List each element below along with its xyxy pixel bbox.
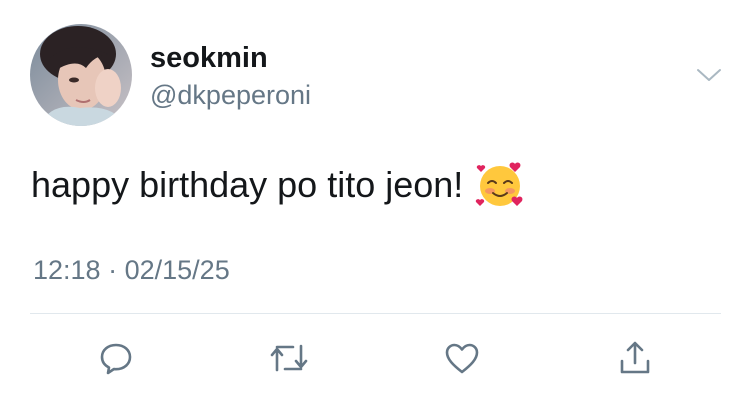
tweet-text: happy birthday po tito jeon! (31, 164, 464, 205)
chevron-down-icon (697, 69, 721, 81)
smiling-face-with-hearts-icon (475, 160, 525, 210)
retweet-icon (270, 344, 308, 372)
share-button[interactable] (611, 334, 659, 382)
user-handle[interactable]: @dkpeperoni (150, 79, 311, 111)
share-icon (620, 341, 650, 374)
retweet-button[interactable] (265, 334, 313, 382)
tweet-date: 02/15/25 (124, 255, 230, 285)
display-name[interactable]: seokmin (150, 41, 268, 75)
avatar-photo (30, 24, 132, 126)
reply-button[interactable] (92, 334, 140, 382)
reply-icon (100, 343, 132, 375)
divider (30, 313, 721, 314)
like-button[interactable] (438, 334, 486, 382)
tweet-time: 12:18 (33, 255, 101, 285)
tweet-timestamp[interactable]: 12:18 · 02/15/25 (33, 254, 230, 286)
timestamp-separator: · (108, 255, 118, 285)
heart-icon (445, 343, 479, 374)
tweet-text-row: happy birthday po tito jeon! (31, 160, 525, 210)
avatar[interactable] (30, 24, 132, 126)
more-options-button[interactable] (690, 58, 728, 92)
